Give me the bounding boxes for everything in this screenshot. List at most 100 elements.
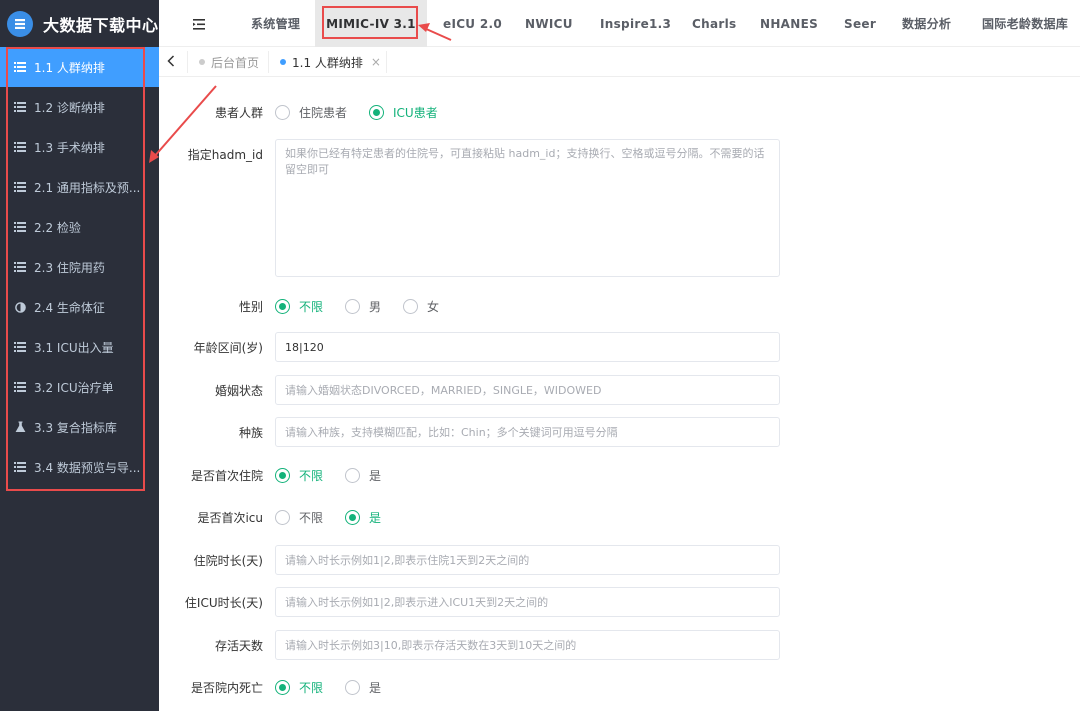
tab-charls[interactable]: Charls [692,0,736,47]
tab-label: eICU 2.0 [443,16,502,31]
tab-label: Inspire1.3 [600,16,672,31]
tag-home[interactable]: 后台首页 [199,47,259,77]
tab-international-aging-db[interactable]: 国际老龄数据库 [982,0,1068,47]
first-icu-label: 是否首次icu [197,510,263,525]
los-hosp-label: 住院时长(天) [193,553,263,568]
sidebar-item-composite-indicators[interactable]: 3.3 复合指标库 [0,407,159,447]
age-label: 年龄区间(岁) [193,340,263,355]
radio-first-icu-any[interactable]: 不限 [275,509,323,526]
population-radio-group: 住院患者 ICU患者 [275,104,460,121]
radio-circle [345,679,361,695]
radio-circle [345,509,361,525]
hospital-stay-input[interactable] [275,545,780,575]
age-range-input[interactable] [275,332,780,362]
survival-label: 存活天数 [214,638,263,653]
survival-days-input[interactable] [275,630,780,660]
tab-seer[interactable]: Seer [844,0,876,47]
tags-bar: 后台首页 1.1 人群纳排 × [159,47,1080,77]
radio-circle [345,467,361,483]
radio-gender-female[interactable]: 女 [403,298,439,315]
sidebar-item-data-preview-export[interactable]: 3.4 数据预览与导... [0,447,159,487]
marital-status-input[interactable] [275,375,780,405]
radio-icu-patient[interactable]: ICU患者 [369,104,438,121]
form-row-age: 年龄区间(岁) [159,332,1080,362]
sidebar-item-general-indicators[interactable]: 2.1 通用指标及预... [0,167,159,207]
sidebar-item-icu-io[interactable]: 3.1 ICU出入量 [0,327,159,367]
radio-label: 不限 [299,468,324,483]
radio-first-admission-yes[interactable]: 是 [345,467,381,484]
radio-label: ICU患者 [393,105,438,120]
tab-nwicu[interactable]: NWICU [525,0,573,47]
radio-first-icu-yes[interactable]: 是 [345,509,381,526]
icu-stay-input[interactable] [275,587,780,617]
tab-label: NHANES [760,16,819,31]
radio-label: 不限 [299,510,324,525]
tag-label: 1.1 人群纳排 [292,55,363,70]
sidebar-item-label: 1.3 手术纳排 [34,140,105,155]
radio-inpatient[interactable]: 住院患者 [275,104,347,121]
form-row-hosp-death: 是否院内死亡 不限 是 [159,672,1080,702]
radio-hosp-death-any[interactable]: 不限 [275,679,323,696]
tab-mimic-iv[interactable]: MIMIC-IV 3.1 [315,0,427,47]
form-row-first-icu: 是否首次icu 不限 是 [159,502,1080,532]
tab-data-analysis[interactable]: 数据分析 [902,0,951,47]
los-icu-control [275,587,780,617]
marital-label: 婚姻状态 [214,383,263,398]
sidebar-item-medication[interactable]: 2.3 住院用药 [0,247,159,287]
sidebar-item-label: 2.1 通用指标及预... [34,180,141,195]
radio-circle [275,509,290,525]
tab-label: NWICU [525,16,573,31]
radio-gender-male[interactable]: 男 [345,298,381,315]
list-icon [14,341,26,353]
tag-label: 后台首页 [211,55,260,70]
radio-circle [403,298,419,314]
radio-circle [275,467,290,483]
sidebar-item-surgery[interactable]: 1.3 手术纳排 [0,127,159,167]
form-row-first-admission: 是否首次住院 不限 是 [159,460,1080,490]
first-admission-radio-group: 不限 是 [275,467,403,484]
sidebar-item-label: 2.3 住院用药 [34,260,105,275]
tag-cohort[interactable]: 1.1 人群纳排 × [280,47,381,77]
tab-inspire[interactable]: Inspire1.3 [600,0,671,47]
list-icon [14,381,26,393]
radio-hosp-death-yes[interactable]: 是 [345,679,381,696]
hadm-label: 指定hadm_id [187,147,263,162]
sidebar-item-diagnosis[interactable]: 1.2 诊断纳排 [0,87,159,127]
sidebar-item-cohort[interactable]: 1.1 人群纳排 [0,47,159,87]
list-icon [14,221,26,233]
los-icu-label: 住ICU时长(天) [184,595,263,610]
close-icon[interactable]: × [371,55,381,69]
form-row-race: 种族 [159,417,1080,447]
sidebar-item-label: 3.4 数据预览与导... [34,460,141,475]
tab-eicu[interactable]: eICU 2.0 [443,0,502,47]
list-icon [14,61,26,73]
sidebar-item-vitals[interactable]: 2.4 生命体征 [0,287,159,327]
sidebar-item-icu-treatment[interactable]: 3.2 ICU治疗单 [0,367,159,407]
race-input[interactable] [275,417,780,447]
tab-label: Seer [844,16,877,31]
menu-toggle-icon[interactable] [193,16,207,30]
sidebar-item-lab[interactable]: 2.2 检验 [0,207,159,247]
race-label: 种族 [238,425,263,440]
tab-nhanes[interactable]: NHANES [760,0,818,47]
database-logo-icon [7,10,33,37]
tag-status-dot [280,59,286,65]
hadm-id-textarea[interactable] [275,139,780,277]
gender-radio-group: 不限 男 女 [275,298,461,315]
sidebar-item-label: 2.4 生命体征 [34,300,105,315]
radio-circle [345,298,361,314]
radio-gender-any[interactable]: 不限 [275,298,323,315]
brand: 大数据下载中心 [0,0,159,47]
tab-system-admin[interactable]: 系统管理 [251,0,300,47]
radio-first-admission-any[interactable]: 不限 [275,467,323,484]
tab-label: MIMIC-IV 3.1 [326,16,416,31]
first-admission-label: 是否首次住院 [190,468,263,483]
radio-label: 是 [369,468,382,483]
radio-circle [275,679,290,695]
sidebar-item-label: 3.2 ICU治疗单 [34,380,114,395]
race-control [275,417,780,447]
chevron-left-icon[interactable] [167,55,175,70]
list-icon [14,101,26,113]
sidebar-item-label: 2.2 检验 [34,220,81,235]
radio-label: 不限 [299,680,324,695]
